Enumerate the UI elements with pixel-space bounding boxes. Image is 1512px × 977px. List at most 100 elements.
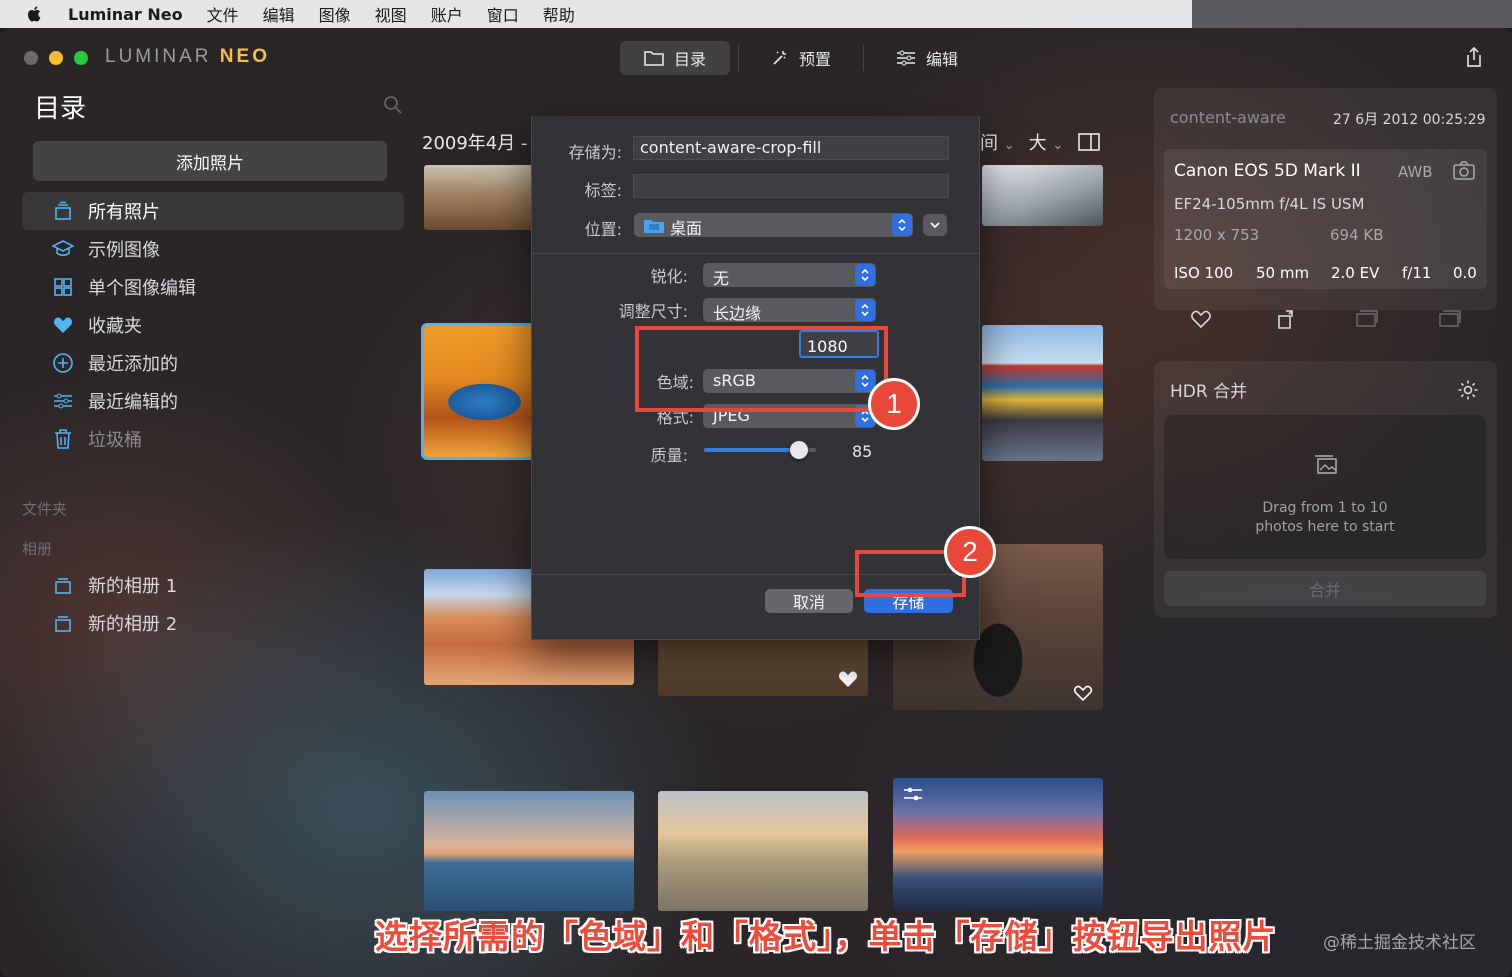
menu-help[interactable]: 帮助 — [543, 2, 575, 26]
trash-icon — [52, 428, 74, 450]
menu-file[interactable]: 文件 — [207, 2, 239, 26]
app-logo: LUMINAR NEO — [105, 46, 270, 68]
sidebar-item-label: 最近添加的 — [88, 354, 178, 375]
menu-edit[interactable]: 编辑 — [263, 2, 295, 26]
duplicate-icon[interactable] — [1438, 310, 1462, 328]
location-select[interactable]: 桌面 — [634, 213, 913, 238]
tab-presets[interactable]: 预置 — [747, 41, 855, 75]
sliders-icon — [52, 390, 74, 412]
tab-divider — [738, 45, 740, 71]
sidebar-item-album-1[interactable]: 新的相册 1 — [22, 566, 404, 604]
menu-image[interactable]: 图像 — [319, 2, 351, 26]
merge-button[interactable]: 合并 — [1164, 571, 1486, 606]
sidebar-item-sample-images[interactable]: 示例图像 — [22, 230, 404, 268]
rotate-icon[interactable] — [1276, 308, 1298, 330]
expand-dialog-button[interactable] — [923, 214, 947, 236]
chevron-down-icon: ⌄ — [1052, 138, 1064, 153]
compare-icon[interactable] — [1355, 310, 1379, 328]
photo-thumbnail[interactable] — [424, 791, 634, 911]
watermark: @稀土掘金技术社区 — [1323, 933, 1476, 953]
tab-edit[interactable]: 编辑 — [872, 41, 982, 75]
share-icon[interactable] — [1464, 46, 1484, 68]
capture-datetime: 27 6月 2012 00:25:29 — [1333, 112, 1486, 128]
sidebar-item-label: 最近编辑的 — [88, 392, 178, 413]
hdr-drop-instructions: Drag from 1 to 10 photos here to start — [1164, 499, 1486, 537]
aperture-value: f/11 — [1402, 264, 1432, 282]
photo-thumbnail-selected[interactable] — [421, 323, 537, 460]
sidebar-item-label: 收藏夹 — [88, 316, 142, 337]
quality-slider[interactable] — [704, 441, 816, 459]
sidebar-toggle-icon[interactable] — [1077, 132, 1101, 152]
image-dimensions: 1200 x 753 — [1174, 226, 1260, 244]
album-list: 新的相册 1 新的相册 2 — [22, 566, 404, 642]
heart-outline-icon[interactable] — [1190, 309, 1212, 329]
cancel-button[interactable]: 取消 — [765, 589, 853, 613]
chevron-down-icon — [930, 222, 940, 229]
file-name: content-aware — [1170, 108, 1286, 127]
desktop-folder-icon — [644, 220, 664, 233]
photo-thumbnail[interactable] — [658, 791, 868, 911]
focal-length: 50 mm — [1256, 264, 1310, 282]
step-badge-2: 2 — [944, 526, 996, 578]
minimize-window-button[interactable] — [49, 51, 63, 65]
quality-slider-fill — [704, 448, 800, 452]
exposure-value: 2.0 EV — [1331, 264, 1380, 282]
menu-view[interactable]: 视图 — [375, 2, 407, 26]
photo-thumbnail[interactable] — [982, 165, 1103, 226]
photo-thumbnail[interactable] — [982, 325, 1103, 461]
sidebar-item-trash[interactable]: 垃圾桶 — [22, 420, 404, 458]
tags-input[interactable] — [633, 174, 949, 198]
menu-window[interactable]: 窗口 — [487, 2, 519, 26]
resize-value: 长边缘 — [713, 304, 762, 323]
folder-icon — [644, 51, 664, 66]
favorite-heart-outline-icon[interactable] — [1073, 684, 1093, 702]
size-label: 大 — [1028, 133, 1047, 154]
sort-dropdown[interactable]: 间 ⌄ — [980, 129, 1015, 155]
stack-icon — [52, 612, 74, 634]
sidebar-item-recently-edited[interactable]: 最近编辑的 — [22, 382, 404, 420]
photos-stack-icon — [1315, 455, 1337, 474]
app-window: LUMINAR NEO 目录 预置 编辑 目录 添加照片 所有照片 示例图像 单… — [0, 28, 1512, 977]
logo-text-luminar: LUMINAR — [105, 46, 212, 67]
tab-edit-label: 编辑 — [926, 50, 959, 69]
quality-slider-knob[interactable] — [790, 441, 809, 459]
iso-value: ISO 100 — [1174, 264, 1234, 282]
camera-icon[interactable] — [1453, 161, 1475, 181]
favorite-heart-icon[interactable] — [838, 670, 858, 688]
close-window-button[interactable] — [24, 51, 38, 65]
search-icon[interactable] — [383, 95, 403, 115]
zoom-window-button[interactable] — [74, 51, 88, 65]
stack-icon — [52, 200, 74, 222]
camera-model: Canon EOS 5D Mark II — [1174, 161, 1361, 181]
sidebar-item-recently-added[interactable]: 最近添加的 — [22, 344, 404, 382]
menu-bar: Luminar Neo 文件 编辑 图像 视图 账户 窗口 帮助 — [0, 0, 1192, 28]
sidebar-nav: 所有照片 示例图像 单个图像编辑 收藏夹 最近添加的 最近编辑的 垃圾桶 — [22, 192, 404, 458]
gear-icon[interactable] — [1457, 379, 1479, 401]
hdr-drop-zone[interactable]: Drag from 1 to 10 photos here to start — [1164, 415, 1486, 559]
thumbnail-size-dropdown[interactable]: 大 ⌄ — [1029, 129, 1064, 155]
menu-app-name[interactable]: Luminar Neo — [68, 5, 183, 24]
tags-label: 标签: — [584, 181, 622, 200]
photo-thumbnail[interactable] — [424, 165, 534, 230]
save-as-input[interactable]: content-aware-crop-fill — [633, 136, 949, 160]
sharpen-value: 无 — [713, 269, 730, 288]
sidebar-item-album-2[interactable]: 新的相册 2 — [22, 604, 404, 642]
exif-card: Canon EOS 5D Mark II AWB EF24-105mm f/4L… — [1164, 149, 1487, 289]
gallery-view-controls: 间 ⌄ 大 ⌄ — [980, 129, 1101, 155]
folders-section-label[interactable]: 文件夹 — [22, 498, 67, 519]
apple-logo-icon[interactable] — [26, 5, 44, 23]
menu-account[interactable]: 账户 — [431, 2, 463, 26]
tab-catalog[interactable]: 目录 — [620, 41, 731, 75]
logo-text-neo: NEO — [219, 46, 270, 67]
chevron-down-icon: ⌄ — [1003, 138, 1015, 153]
sharpen-select[interactable]: 无 — [703, 263, 876, 288]
hdr-merge-title: HDR 合并 — [1170, 382, 1248, 402]
albums-section-label[interactable]: 相册 — [22, 538, 52, 559]
sidebar-item-all-photos[interactable]: 所有照片 — [22, 192, 404, 230]
photo-thumbnail[interactable] — [893, 778, 1103, 911]
sidebar-item-favorites[interactable]: 收藏夹 — [22, 306, 404, 344]
sidebar-item-single-edits[interactable]: 单个图像编辑 — [22, 268, 404, 306]
resize-select[interactable]: 长边缘 — [703, 298, 876, 323]
add-photos-button[interactable]: 添加照片 — [33, 141, 387, 181]
sharpen-label: 锐化: — [650, 267, 688, 286]
